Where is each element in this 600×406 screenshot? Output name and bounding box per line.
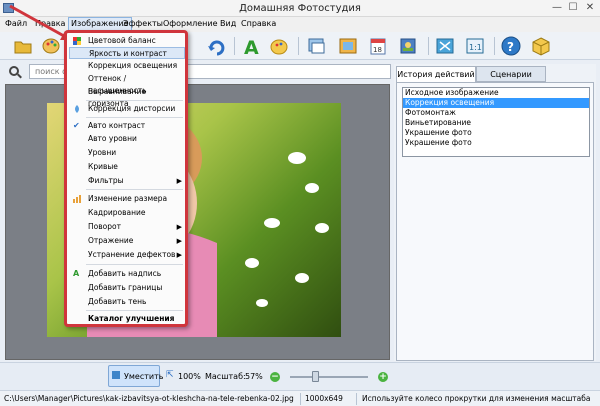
menu-item-distortion-correction[interactable]: Коррекция дисторсии: [69, 103, 185, 115]
tab-history[interactable]: История действий: [396, 66, 476, 83]
distortion-icon: [73, 105, 81, 113]
effects-icon[interactable]: [397, 35, 419, 57]
menu-design[interactable]: Оформление: [163, 19, 218, 28]
image-dimensions: 1000x649: [305, 394, 343, 403]
menu-item-hue-saturation[interactable]: Оттенок / насыщенность: [69, 73, 185, 95]
actual-size-icon[interactable]: 1:1: [464, 35, 486, 57]
menu-item-enhancement-catalog[interactable]: Каталог улучшения: [69, 313, 185, 325]
status-hint: Используйте колесо прокрутки для изменен…: [362, 394, 591, 403]
image-menu-dropdown: Цветовой баланс Яркость и контраст Корре…: [64, 30, 188, 327]
menu-item-add-caption[interactable]: A Добавить надпись: [69, 268, 185, 280]
file-path: C:\Users\Manager\Pictures\kak-izbavitsya…: [4, 394, 294, 403]
zoom-label: Масштаб:: [205, 372, 246, 381]
redo-icon[interactable]: [206, 35, 228, 57]
menu-item-auto-contrast[interactable]: ✔ Авто контраст: [69, 120, 185, 132]
history-item[interactable]: Фотомонтаж: [403, 108, 589, 118]
svg-text:A: A: [244, 37, 259, 57]
fit-button[interactable]: Уместить: [108, 365, 164, 387]
history-item[interactable]: Исходное изображение: [403, 88, 589, 98]
submenu-arrow-icon: ▶: [176, 237, 182, 245]
history-item-selected[interactable]: Коррекция освещения: [403, 98, 589, 108]
color-balance-icon: [73, 37, 81, 45]
box-icon[interactable]: [530, 35, 552, 57]
menu-view[interactable]: Вид: [220, 19, 236, 28]
svg-text:18: 18: [373, 46, 382, 54]
actual-size-label[interactable]: 100%: [178, 372, 201, 381]
checkmark-icon: ✔: [73, 121, 80, 130]
menu-item-color-balance[interactable]: Цветовой баланс: [69, 35, 185, 47]
history-list: Исходное изображение Коррекция освещения…: [402, 87, 590, 157]
zoom-bar: Уместить ⇱ 100% Масштаб: 57% − +: [0, 362, 600, 390]
history-panel: Исходное изображение Коррекция освещения…: [396, 82, 594, 361]
help-icon[interactable]: ?: [500, 35, 522, 57]
menu-item-brightness-contrast[interactable]: Яркость и контраст: [69, 47, 185, 59]
tab-scenarios[interactable]: Сценарии: [476, 66, 546, 82]
decorate-icon[interactable]: [268, 35, 290, 57]
history-item[interactable]: Украшение фото: [403, 128, 589, 138]
fit-label: Уместить: [124, 372, 164, 381]
zoom-slider-thumb[interactable]: [312, 371, 319, 382]
menu-item-horizon-align[interactable]: Выравнивание горизонта: [69, 86, 185, 108]
actual-size-small-icon[interactable]: ⇱: [166, 370, 174, 380]
zoom-out-button[interactable]: −: [270, 372, 280, 382]
fit-icon: [112, 371, 120, 379]
menu-item-reflect[interactable]: Отражение ▶: [69, 235, 185, 247]
menu-item-defects[interactable]: Устранение дефектов ▶: [69, 249, 185, 261]
svg-text:1:1: 1:1: [469, 43, 482, 52]
menu-item-crop[interactable]: Кадрирование: [69, 207, 185, 219]
resize-icon: [73, 195, 81, 203]
zoom-in-button[interactable]: +: [378, 372, 388, 382]
zoom-value: 57%: [245, 372, 263, 381]
menu-item-add-shadow[interactable]: Добавить тень: [69, 296, 185, 308]
zoom-slider[interactable]: [290, 376, 368, 378]
text-tool-icon[interactable]: A: [240, 35, 262, 59]
frame-icon[interactable]: [337, 35, 359, 57]
menu-item-auto-levels[interactable]: Авто уровни: [69, 133, 185, 145]
status-bar: C:\Users\Manager\Pictures\kak-izbavitsya…: [0, 390, 600, 406]
menu-item-lighting-correction[interactable]: Коррекция освещения: [69, 60, 185, 72]
history-item[interactable]: Виньетирование: [403, 118, 589, 128]
menu-item-add-borders[interactable]: Добавить границы: [69, 282, 185, 294]
maximize-button[interactable]: ☐: [566, 2, 580, 13]
history-item[interactable]: Украшение фото: [403, 138, 589, 148]
menu-item-levels[interactable]: Уровни: [69, 147, 185, 159]
minimize-button[interactable]: —: [550, 2, 564, 13]
text-icon: A: [73, 269, 80, 278]
menu-effects[interactable]: Эффекты: [123, 19, 163, 28]
submenu-arrow-icon: ▶: [176, 223, 182, 231]
submenu-arrow-icon: ▶: [176, 177, 182, 185]
close-button[interactable]: ✕: [583, 2, 597, 13]
menu-item-curves[interactable]: Кривые: [69, 161, 185, 173]
photomontage-icon[interactable]: [305, 35, 327, 57]
menu-item-rotate[interactable]: Поворот ▶: [69, 221, 185, 233]
calendar-icon[interactable]: 18: [367, 35, 389, 57]
menu-item-filters[interactable]: Фильтры ▶: [69, 175, 185, 187]
fit-screen-icon[interactable]: [434, 35, 456, 57]
submenu-arrow-icon: ▶: [176, 251, 182, 259]
svg-text:?: ?: [507, 40, 514, 54]
right-panel: История действий Сценарии Исходное изобр…: [394, 64, 596, 361]
menu-help[interactable]: Справка: [241, 19, 276, 28]
menu-item-resize[interactable]: Изменение размера: [69, 193, 185, 205]
